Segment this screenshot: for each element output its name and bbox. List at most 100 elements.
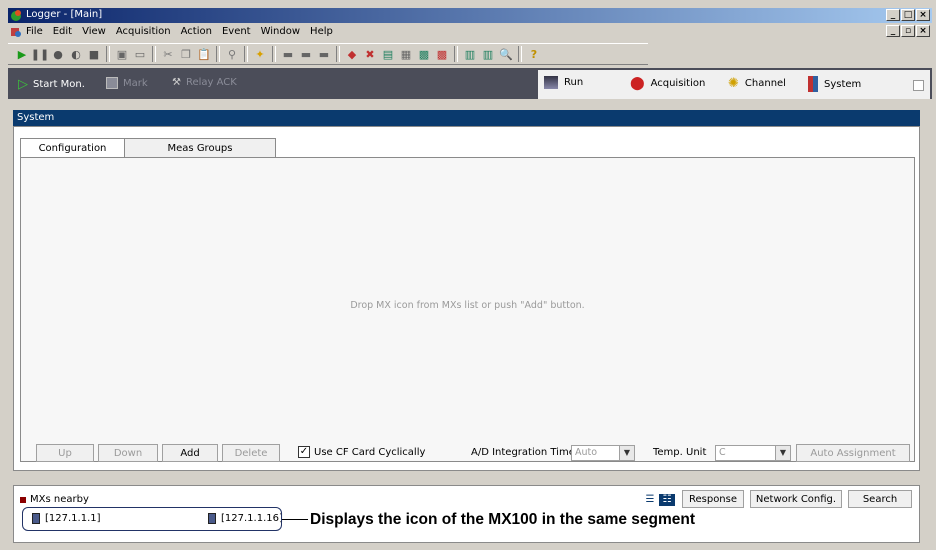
detail-view-icon[interactable]: ☷ xyxy=(659,494,675,506)
tab-configuration[interactable]: Configuration xyxy=(20,138,125,158)
digital-icon[interactable]: ✖ xyxy=(362,46,378,62)
tab-acquisition[interactable]: ⬤ Acquisition xyxy=(630,76,705,91)
mark-icon[interactable]: ▣ xyxy=(114,46,130,62)
zoom-icon[interactable]: 🔍 xyxy=(498,46,514,62)
use-cf-card-label: Use CF Card Cyclically xyxy=(314,447,426,458)
toolbar-separator xyxy=(518,46,522,62)
chevron-down-icon: ▼ xyxy=(775,446,790,460)
relay-icon: ⚒ xyxy=(172,77,181,88)
callout-highlight xyxy=(22,507,282,531)
ad-integration-select[interactable]: Auto ▼ xyxy=(571,445,635,461)
find-icon[interactable]: ⚲ xyxy=(224,46,240,62)
trend-icon[interactable]: ◆ xyxy=(344,46,360,62)
relay-ack-label: Relay ACK xyxy=(185,77,237,88)
ad-integration-label: A/D Integration Time xyxy=(471,447,575,458)
menu-window[interactable]: Window xyxy=(261,26,300,37)
copy-icon[interactable]: ❐ xyxy=(178,46,194,62)
temp-unit-value: C xyxy=(719,447,726,458)
tab-acquisition-label: Acquisition xyxy=(650,78,706,89)
add-button[interactable]: Add xyxy=(162,444,218,462)
overview-icon[interactable]: ▩ xyxy=(416,46,432,62)
configuration-drop-area[interactable]: Drop MX icon from MXs list or push "Add"… xyxy=(20,157,915,462)
meter-icon[interactable]: ▤ xyxy=(380,46,396,62)
run-icon xyxy=(544,76,558,89)
list-view-icon[interactable]: ☰ xyxy=(642,494,658,506)
response-button[interactable]: Response xyxy=(682,490,744,508)
mdi-close-button[interactable]: × xyxy=(916,25,930,37)
pause-icon[interactable]: ❚❚ xyxy=(31,46,49,62)
start-monitor-label: Start Mon. xyxy=(33,79,85,90)
toolbar-separator xyxy=(454,46,458,62)
alarm-summary-icon[interactable]: ▩ xyxy=(434,46,450,62)
wizard-icon[interactable]: ✦ xyxy=(252,46,268,62)
use-cf-card-checkbox[interactable]: ✓ xyxy=(298,446,310,458)
tab-channel[interactable]: ✺ Channel xyxy=(728,76,786,91)
start-monitor-button[interactable]: ▷ Start Mon. xyxy=(18,77,85,92)
window-title: Logger - [Main] xyxy=(26,9,103,20)
mx-nearby-label: MXs nearby xyxy=(30,494,89,505)
menu-action[interactable]: Action xyxy=(181,26,212,37)
callout-caption: Displays the icon of the MX100 in the sa… xyxy=(310,511,696,528)
maximize-button[interactable]: □ xyxy=(901,9,915,21)
close-button[interactable]: × xyxy=(916,9,930,21)
mdi-restore-button[interactable]: ▫ xyxy=(901,25,915,37)
toolbar-separator xyxy=(152,46,156,62)
tab-configuration-label: Configuration xyxy=(38,143,107,154)
toolbar-separator xyxy=(216,46,220,62)
ad-integration-value: Auto xyxy=(575,447,598,458)
tab-system-label: System xyxy=(824,78,862,90)
search-button[interactable]: Search xyxy=(848,490,912,508)
menu-help[interactable]: Help xyxy=(310,26,333,37)
view-tabs: Run ⬤ Acquisition ✺ Channel System xyxy=(538,70,930,99)
system-panel-title: System xyxy=(17,112,55,123)
relay-ack-button[interactable]: ⚒ Relay ACK xyxy=(172,77,237,88)
toolbar-separator xyxy=(106,46,110,62)
panel-minimize-button[interactable] xyxy=(913,80,924,91)
mdi-minimize-button[interactable]: _ xyxy=(886,25,900,37)
view-alarm-icon[interactable]: ▬ xyxy=(316,46,332,62)
cut-icon[interactable]: ✂ xyxy=(160,46,176,62)
report2-icon[interactable]: ▥ xyxy=(480,46,496,62)
mark-icon xyxy=(106,77,118,89)
report-icon[interactable]: ▥ xyxy=(462,46,478,62)
relay-icon[interactable]: ▭ xyxy=(132,46,148,62)
menu-edit[interactable]: Edit xyxy=(53,26,72,37)
delete-button[interactable]: Delete xyxy=(222,444,280,462)
network-config-button[interactable]: Network Config. xyxy=(750,490,842,508)
view-list-icon[interactable]: ▬ xyxy=(280,46,296,62)
help-icon[interactable]: ? xyxy=(526,46,542,62)
record-icon[interactable]: ● xyxy=(50,46,66,62)
play-icon[interactable]: ▶ xyxy=(14,46,30,62)
mdi-document-icon[interactable] xyxy=(10,26,22,38)
start-icon: ▷ xyxy=(18,77,28,92)
tab-run[interactable]: Run xyxy=(544,76,583,89)
mark-label: Mark xyxy=(123,77,148,89)
chevron-down-icon: ▼ xyxy=(619,446,634,460)
minimize-button[interactable]: _ xyxy=(886,9,900,21)
panel-bullet-icon xyxy=(20,496,26,503)
tab-meas-groups[interactable]: Meas Groups xyxy=(124,138,276,158)
menu-view[interactable]: View xyxy=(82,26,106,37)
tab-channel-label: Channel xyxy=(744,78,786,89)
down-button[interactable]: Down xyxy=(98,444,158,462)
stop-icon[interactable]: ■ xyxy=(86,46,102,62)
callout-leader-line xyxy=(282,519,308,520)
temp-unit-select[interactable]: C ▼ xyxy=(715,445,791,461)
view-group-icon[interactable]: ▬ xyxy=(298,46,314,62)
drop-hint: Drop MX icon from MXs list or push "Add"… xyxy=(350,300,585,311)
menu-event[interactable]: Event xyxy=(222,26,251,37)
menu-file[interactable]: File xyxy=(26,26,43,37)
auto-assignment-button[interactable]: Auto Assignment xyxy=(796,444,910,462)
toolbar-separator xyxy=(336,46,340,62)
paste-icon[interactable]: 📋 xyxy=(196,46,212,62)
application-window: Logger - [Main] _ □ × File Edit View Acq… xyxy=(0,0,936,550)
tab-run-label: Run xyxy=(564,77,584,88)
mx-nearby-title: MXs nearby xyxy=(20,494,89,505)
menu-acquisition[interactable]: Acquisition xyxy=(116,26,171,37)
menu-bar: File Edit View Acquisition Action Event … xyxy=(8,24,932,40)
up-button[interactable]: Up xyxy=(36,444,94,462)
bar-icon[interactable]: ▦ xyxy=(398,46,414,62)
mark-button[interactable]: Mark xyxy=(106,77,148,89)
tab-system[interactable]: System xyxy=(808,76,861,92)
step-icon[interactable]: ◐ xyxy=(68,46,84,62)
